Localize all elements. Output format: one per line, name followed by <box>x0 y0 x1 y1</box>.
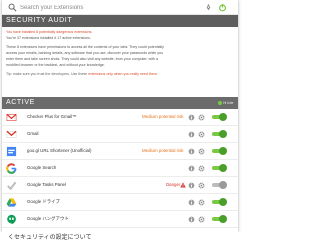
extension-row[interactable]: Google Search <box>2 160 238 177</box>
extension-name: Checker Plus for Gmail™ <box>27 114 77 119</box>
enable-toggle[interactable] <box>211 147 227 155</box>
hide-toggle[interactable]: Hide <box>218 99 234 107</box>
security-audit-title: SECURITY AUDIT <box>6 17 73 24</box>
rocket-icon[interactable] <box>204 3 213 12</box>
active-section-header: ACTIVE Hide <box>2 97 238 109</box>
extension-name: Google ハングアウト <box>27 216 69 221</box>
extension-name: Gmail <box>27 131 39 136</box>
gear-icon[interactable] <box>198 165 205 172</box>
info-icon[interactable] <box>188 131 195 138</box>
extension-row[interactable]: Checker Plus for Gmail™ Medium potential… <box>2 109 238 126</box>
enable-toggle[interactable] <box>211 164 227 172</box>
extension-name: Google Search <box>27 165 57 170</box>
extension-name: Google Tasks Panel <box>27 182 66 187</box>
gear-icon[interactable] <box>198 182 205 189</box>
gear-icon[interactable] <box>198 199 205 206</box>
search-input[interactable] <box>20 1 190 14</box>
extension-row[interactable]: Google Tasks Panel Danger <box>2 177 238 194</box>
danger-badge: Danger <box>166 182 181 187</box>
power-icon[interactable] <box>218 3 227 12</box>
extension-row[interactable]: Gmail <box>2 126 238 143</box>
extension-manager-popup: SECURITY AUDIT You have installed 8 pote… <box>2 0 238 232</box>
info-icon[interactable] <box>188 165 195 172</box>
gear-icon[interactable] <box>198 131 205 138</box>
extension-row[interactable]: Google ハングアウト <box>2 211 238 228</box>
info-icon[interactable] <box>188 114 195 121</box>
enable-toggle[interactable] <box>211 130 227 138</box>
google-search-icon <box>6 163 17 174</box>
extension-row[interactable]: Google ドライブ <box>2 194 238 211</box>
hide-dot-icon <box>218 100 223 105</box>
audit-tip: Tip: make sure you trust the developers.… <box>6 71 235 77</box>
gear-icon[interactable] <box>198 216 205 223</box>
info-icon[interactable] <box>188 148 195 155</box>
enable-toggle[interactable] <box>211 181 227 189</box>
info-icon[interactable] <box>188 216 195 223</box>
audit-tip-link[interactable]: extensions only when you really need the… <box>88 72 158 76</box>
enable-toggle[interactable] <box>211 113 227 121</box>
security-audit-body: You have installed 8 potentially dangero… <box>6 29 235 77</box>
background-page-text: くセキュリティの設定について <box>8 235 92 241</box>
search-bar <box>2 0 238 15</box>
hide-label: Hide <box>223 100 234 105</box>
enable-toggle[interactable] <box>211 198 227 206</box>
gear-icon[interactable] <box>198 114 205 121</box>
tasks-check-icon <box>7 181 17 191</box>
active-section-title: ACTIVE <box>6 99 35 106</box>
google-drive-icon <box>6 198 17 207</box>
info-icon[interactable] <box>188 182 195 189</box>
extension-row[interactable]: goo.gl URL Shortener (Unofficial) Medium… <box>2 143 238 160</box>
security-audit-header: SECURITY AUDIT <box>2 15 238 27</box>
gear-icon[interactable] <box>198 148 205 155</box>
search-icon <box>8 3 17 12</box>
extension-name: Google ドライブ <box>27 199 60 204</box>
risk-badge: Medium potential risk <box>142 114 184 119</box>
gmail-checker-icon <box>6 113 17 121</box>
risk-badge: Medium potential risk <box>142 148 184 153</box>
warning-icon <box>180 182 186 188</box>
audit-tip-text: Tip: make sure you trust the developers.… <box>6 72 89 76</box>
googl-icon <box>6 146 17 157</box>
hangouts-icon <box>7 214 16 225</box>
enable-toggle[interactable] <box>211 215 227 223</box>
extension-name: goo.gl URL Shortener (Unofficial) <box>27 148 92 153</box>
gmail-icon <box>6 130 17 138</box>
info-icon[interactable] <box>188 199 195 206</box>
